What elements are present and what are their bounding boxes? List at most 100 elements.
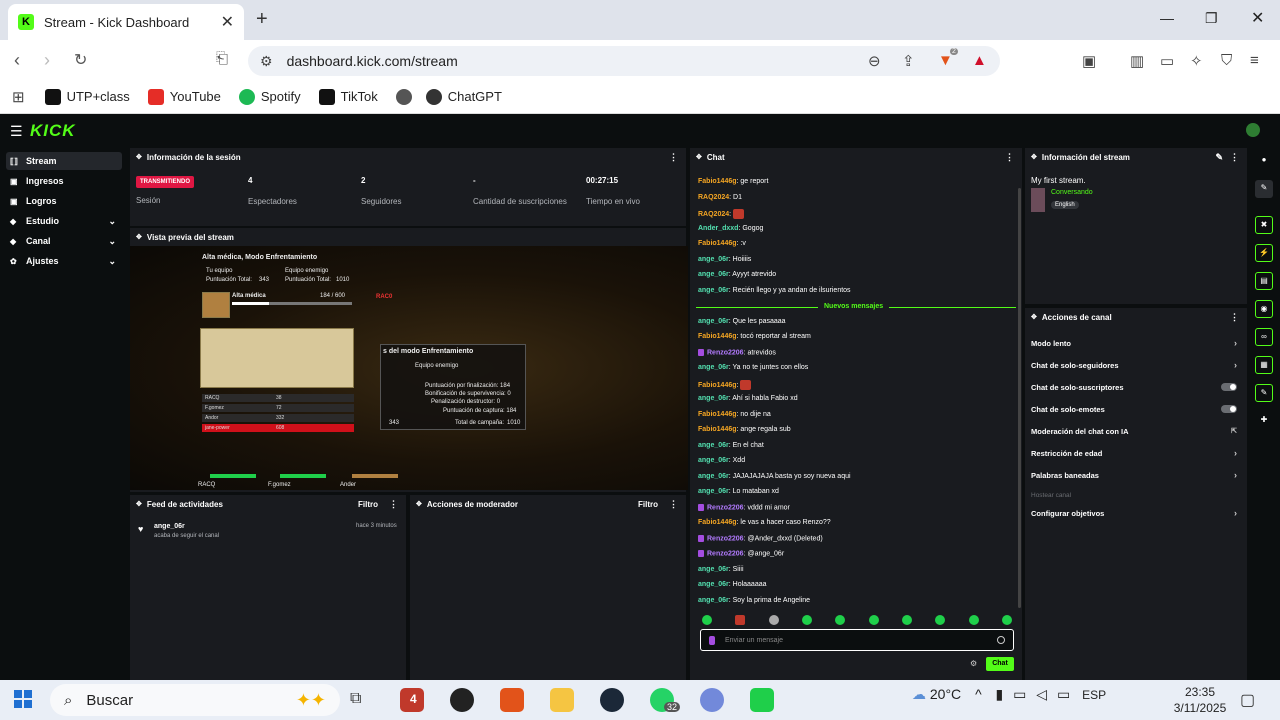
action-solo-suscriptores[interactable]: Chat de solo-suscriptores: [1031, 381, 1237, 393]
sidebar-toggle-icon[interactable]: ▥: [1130, 52, 1144, 70]
more-options-icon[interactable]: ⋮: [389, 499, 398, 510]
filter-button[interactable]: Filtro: [358, 500, 378, 509]
reader-icon[interactable]: ▣: [1082, 52, 1096, 70]
chat-username[interactable]: ange_06r: [698, 566, 729, 573]
chat-username[interactable]: ange_06r: [698, 318, 729, 325]
chat-username[interactable]: ange_06r: [698, 395, 729, 402]
chat-send-button[interactable]: Chat: [986, 657, 1014, 671]
bookmark-utp[interactable]: UTP+class: [44, 88, 130, 105]
minimize-button[interactable]: —: [1160, 10, 1174, 26]
bookmark-tiktok[interactable]: TikTok: [318, 88, 378, 105]
tool-icon[interactable]: ✖: [1255, 216, 1273, 234]
menu-icon[interactable]: ≡: [1250, 52, 1259, 69]
chat-username[interactable]: Ander_dxxd: [698, 225, 738, 232]
clip-icon[interactable]: ▤: [1255, 272, 1273, 290]
new-tab-button[interactable]: +: [256, 8, 268, 31]
chat-username[interactable]: ange_06r: [698, 473, 729, 480]
chat-username[interactable]: Renzo2206: [707, 550, 744, 557]
browser-tab[interactable]: K Stream - Kick Dashboard ✕: [8, 4, 244, 40]
chat-username[interactable]: Fabio1446g: [698, 519, 737, 526]
emote-button[interactable]: [901, 615, 912, 625]
brave-shield-icon[interactable]: ▼: [938, 52, 953, 69]
toggle-switch[interactable]: [1221, 405, 1237, 413]
more-options-icon[interactable]: ⋮: [1230, 312, 1239, 323]
chat-username[interactable]: ange_06r: [698, 457, 729, 464]
action-moderacion-ia[interactable]: Moderación del chat con IA ⇱: [1031, 425, 1237, 437]
action-restriccion-edad[interactable]: Restricción de edad ›: [1031, 447, 1237, 459]
action-modo-lento[interactable]: Modo lento ›: [1031, 337, 1237, 349]
bookmark-icon[interactable]: ⎗: [216, 50, 228, 67]
reload-button[interactable]: ↻: [74, 50, 87, 70]
stream-category[interactable]: Conversando: [1051, 189, 1093, 196]
wallet-icon[interactable]: ▭: [1160, 52, 1174, 70]
vpn-icon[interactable]: ⛉: [1221, 52, 1232, 69]
action-palabras-baneadas[interactable]: Palabras baneadas ›: [1031, 469, 1237, 481]
bookmark-chatgpt[interactable]: ChatGPT: [425, 88, 502, 105]
emote-button[interactable]: [801, 615, 812, 625]
chat-settings-icon[interactable]: ⚙: [970, 659, 977, 668]
sidebar-item-ingresos[interactable]: ▣ Ingresos: [6, 172, 122, 190]
discord-icon[interactable]: [700, 688, 724, 712]
filter-button[interactable]: Filtro: [638, 500, 658, 509]
emote-button[interactable]: [868, 615, 879, 625]
emote-button[interactable]: [768, 615, 779, 625]
bookmark-youtube[interactable]: YouTube: [147, 88, 221, 105]
network-icon[interactable]: ▭: [1013, 686, 1026, 702]
close-window-button[interactable]: ✕: [1251, 8, 1264, 28]
edit-icon[interactable]: ✎: [1255, 180, 1273, 198]
chat-username[interactable]: ange_06r: [698, 488, 729, 495]
share-icon[interactable]: ⇪: [902, 52, 915, 70]
chat-username[interactable]: Renzo2206: [707, 349, 744, 356]
back-button[interactable]: ‹: [14, 50, 20, 71]
emote-button[interactable]: [835, 615, 846, 625]
bookmark-globe[interactable]: [395, 88, 418, 105]
input-language[interactable]: ESP: [1082, 688, 1106, 702]
sidebar-item-stream[interactable]: ⟦⟧ Stream: [6, 152, 122, 170]
emote-button[interactable]: [968, 615, 979, 625]
edit-icon[interactable]: ✎: [1215, 152, 1223, 163]
kick-logo[interactable]: KICK: [30, 121, 76, 141]
chat-bubble-icon[interactable]: ◉: [1255, 300, 1273, 318]
task-view-icon[interactable]: ⧉: [350, 690, 361, 708]
chat-username[interactable]: Fabio1446g: [698, 333, 737, 340]
more-options-icon[interactable]: ⋮: [1230, 152, 1239, 163]
windows-start-icon[interactable]: [14, 690, 32, 708]
stream-preview-video[interactable]: Alta médica, Modo Enfrentamiento Tu equi…: [130, 246, 688, 490]
link-icon[interactable]: ∞: [1255, 328, 1273, 346]
emote-button[interactable]: [702, 615, 712, 625]
chat-username[interactable]: Fabio1446g: [698, 426, 737, 433]
chat-username[interactable]: ange_06r: [698, 597, 729, 604]
address-bar[interactable]: ⚙ dashboard.kick.com/stream: [248, 46, 1000, 76]
chat-input[interactable]: Enviar un mensaje: [700, 629, 1014, 651]
bookmark-spotify[interactable]: Spotify: [238, 88, 301, 105]
close-tab-icon[interactable]: ✕: [221, 12, 234, 32]
chat-username[interactable]: Fabio1446g: [698, 381, 737, 388]
action-solo-seguidores[interactable]: Chat de solo-seguidores ›: [1031, 359, 1237, 371]
chat-username[interactable]: Fabio1446g: [698, 178, 737, 185]
wrench-icon[interactable]: ✎: [1255, 384, 1273, 402]
forward-button[interactable]: ›: [44, 50, 50, 71]
steam-icon[interactable]: [600, 688, 624, 712]
sidebar-item-estudio[interactable]: ◆ Estudio ⌄: [6, 212, 122, 230]
chat-username[interactable]: RAQ2024: [698, 194, 729, 201]
restore-button[interactable]: ❐: [1205, 10, 1218, 27]
more-options-icon[interactable]: ⋮: [669, 499, 678, 510]
info-icon[interactable]: ●: [1255, 152, 1273, 170]
sidebar-item-logros[interactable]: ▣ Logros: [6, 192, 122, 210]
chat-username[interactable]: ange_06r: [698, 271, 729, 278]
chat-username[interactable]: Renzo2206: [707, 535, 744, 542]
more-options-icon[interactable]: ⋮: [1005, 152, 1014, 163]
feed-user[interactable]: ange_06r: [154, 523, 185, 530]
brave-icon[interactable]: [500, 688, 524, 712]
chat-username[interactable]: Fabio1446g: [698, 240, 737, 247]
file-explorer-icon[interactable]: [550, 688, 574, 712]
sidebar-item-ajustes[interactable]: ✿ Ajustes ⌄: [6, 252, 122, 270]
emote-button[interactable]: [1001, 615, 1012, 625]
chat-username[interactable]: Renzo2206: [707, 504, 744, 511]
more-options-icon[interactable]: ⋮: [669, 152, 678, 163]
chevron-up-icon[interactable]: ^: [975, 686, 982, 702]
emoji-picker-icon[interactable]: [997, 636, 1005, 644]
action-solo-emotes[interactable]: Chat de solo-emotes: [1031, 403, 1237, 415]
leo-ai-icon[interactable]: ✧: [1190, 52, 1203, 70]
taskbar-clock[interactable]: 23:35 3/11/2025: [1170, 684, 1230, 716]
